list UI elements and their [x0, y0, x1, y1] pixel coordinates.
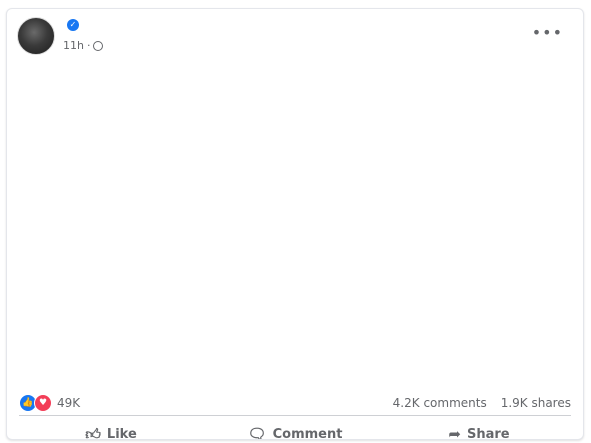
post-meta: 11h · — [63, 39, 104, 52]
comment-button[interactable]: 🗨︎ Comment — [203, 416, 387, 440]
author-name-row: ✓ — [63, 19, 79, 31]
post-paragraph-2 — [19, 95, 571, 113]
verified-badge-icon: ✓ — [67, 19, 79, 31]
post-paragraph-7 — [19, 215, 571, 233]
reaction-count[interactable]: 49K — [57, 396, 80, 410]
post-time[interactable]: 11h — [63, 39, 84, 52]
share-arrow-icon: ➦ — [448, 425, 461, 440]
post-body — [19, 71, 571, 263]
globe-icon — [93, 40, 104, 51]
facebook-post-card: ✓ 11h · ••• 👍 ♥ 49K 4.2K comments 1.9K s… — [6, 8, 584, 440]
engagement-counts: 4.2K comments 1.9K shares — [393, 396, 571, 410]
author-avatar[interactable] — [17, 17, 55, 55]
post-paragraph-5 — [19, 167, 571, 185]
post-action-bar: 👍︎ Like 🗨︎ Comment ➦ Share — [19, 415, 571, 440]
post-paragraph-6 — [19, 191, 571, 209]
post-stats: 👍 ♥ 49K 4.2K comments 1.9K shares — [19, 393, 571, 413]
love-reaction-icon: ♥ — [34, 394, 52, 412]
reaction-summary[interactable]: 👍 ♥ 49K — [19, 394, 80, 412]
share-label: Share — [466, 426, 510, 440]
post-paragraph-3 — [19, 119, 571, 137]
thumbs-up-icon: 👍︎ — [85, 424, 101, 440]
post-header: ✓ 11h · ••• — [17, 17, 567, 59]
meta-separator: · — [86, 39, 91, 52]
comment-count[interactable]: 4.2K comments — [393, 396, 487, 410]
comment-label: Comment — [272, 426, 343, 440]
like-button[interactable]: 👍︎ Like — [19, 416, 203, 440]
post-paragraph-8 — [19, 239, 571, 257]
post-paragraph-4 — [19, 143, 571, 161]
post-paragraph-1 — [19, 71, 571, 89]
share-count[interactable]: 1.9K shares — [501, 396, 571, 410]
more-options-icon[interactable]: ••• — [532, 23, 563, 42]
like-label: Like — [106, 426, 137, 440]
comment-bubble-icon: 🗨︎ — [247, 425, 267, 440]
share-button[interactable]: ➦ Share — [387, 416, 571, 440]
